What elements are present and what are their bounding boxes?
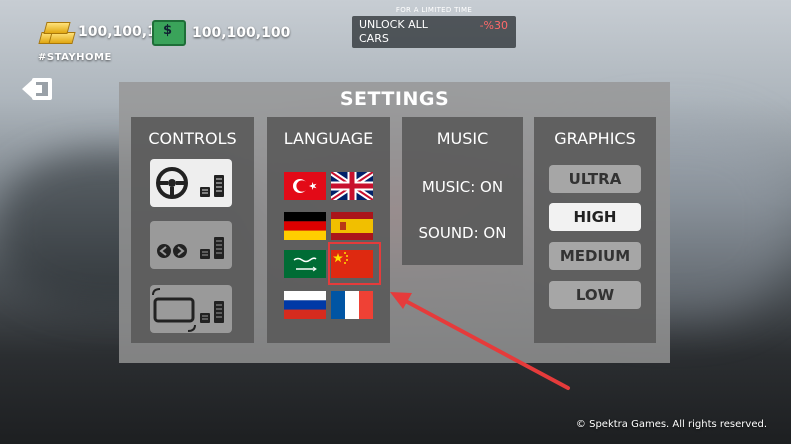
france-flag-icon <box>331 291 373 319</box>
music-label: MUSIC <box>436 129 489 148</box>
stayhome-tag: #STAYHOME <box>38 52 112 63</box>
flag-france-button[interactable] <box>331 291 373 319</box>
flag-russia-button[interactable] <box>284 291 326 319</box>
music-toggle[interactable]: MUSIC: ON <box>402 178 523 196</box>
settings-panel: SETTINGS CONTROLS LANGUAGE MUSIC MUSIC: … <box>119 82 670 363</box>
graphics-label: GRAPHICS <box>554 129 636 148</box>
tilt-device-icon <box>152 288 224 332</box>
graphics-ultra-button[interactable]: ULTRA <box>549 165 641 193</box>
flag-turkey-button[interactable] <box>284 172 326 200</box>
graphics-medium-button[interactable]: MEDIUM <box>549 242 641 270</box>
gold-bars-icon <box>38 20 76 44</box>
copyright-text: © Spektra Games. All rights reserved. <box>575 419 767 430</box>
limited-offer-banner[interactable]: FOR A LIMITED TIME UNLOCK ALL CARS -%30 <box>352 6 516 50</box>
arrow-buttons-icon <box>157 237 224 259</box>
chinese-flag-highlight-box <box>328 242 381 285</box>
control-tilt-button[interactable] <box>150 285 232 333</box>
control-steering-wheel-button[interactable] <box>150 159 232 207</box>
back-arrow-icon <box>22 78 52 100</box>
offer-caption: FOR A LIMITED TIME <box>395 6 473 14</box>
graphics-high-button[interactable]: HIGH <box>549 203 641 231</box>
cash-value: 100,100,100 <box>192 25 291 41</box>
flag-germany-button[interactable] <box>284 212 326 240</box>
music-section: MUSIC MUSIC: ON SOUND: ON <box>402 117 523 265</box>
germany-flag-icon <box>284 212 326 240</box>
russia-flag-icon <box>284 291 326 319</box>
flag-spain-button[interactable] <box>331 212 373 240</box>
offer-box[interactable]: UNLOCK ALL CARS -%30 <box>352 16 516 48</box>
back-button[interactable] <box>20 76 54 102</box>
flag-uk-button[interactable] <box>331 172 373 200</box>
saudi-flag-icon <box>293 257 317 272</box>
language-section: LANGUAGE <box>267 117 390 343</box>
graphics-low-button[interactable]: LOW <box>549 281 641 309</box>
control-arrow-buttons-button[interactable] <box>150 221 232 269</box>
settings-title: SETTINGS <box>339 88 450 110</box>
steering-wheel-icon <box>156 167 224 199</box>
turkey-flag-icon <box>293 179 317 193</box>
offer-title: UNLOCK ALL CARS <box>359 18 428 45</box>
uk-flag-icon <box>331 172 373 200</box>
controls-label: CONTROLS <box>148 129 237 148</box>
flag-saudi-button[interactable] <box>284 250 326 278</box>
controls-section: CONTROLS <box>131 117 254 343</box>
cash-balance: 100,100,100 <box>152 20 290 46</box>
language-label: LANGUAGE <box>283 129 374 148</box>
offer-discount: -%30 <box>479 19 508 32</box>
cash-icon <box>152 20 186 46</box>
graphics-section: GRAPHICS ULTRA HIGH MEDIUM LOW <box>534 117 656 343</box>
spain-flag-icon <box>331 212 373 240</box>
sound-toggle[interactable]: SOUND: ON <box>402 224 523 242</box>
